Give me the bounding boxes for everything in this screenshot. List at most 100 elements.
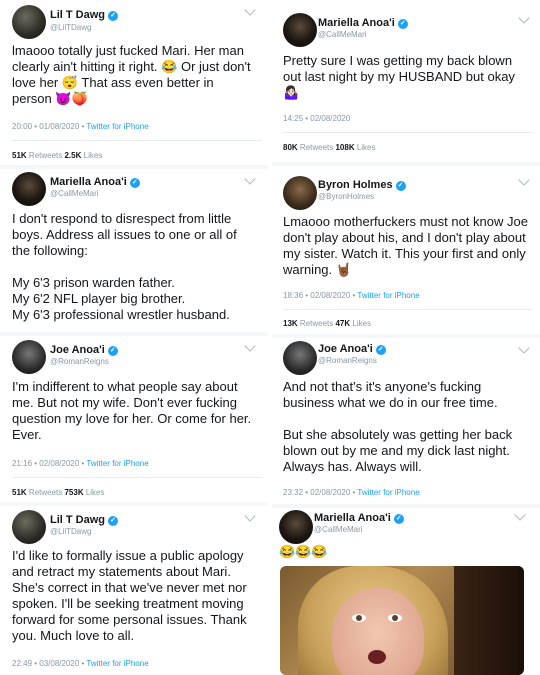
source-link[interactable]: Twitter for iPhone — [86, 659, 148, 668]
tweet-meta: 22:49 • 03/08/2020 • Twitter for iPhone — [12, 659, 149, 668]
retweet-label: Retweets — [26, 151, 65, 160]
timestamp: 18:36 • 02/08/2020 • — [283, 291, 358, 300]
handle[interactable]: @LilTDawg — [50, 527, 91, 536]
handle[interactable]: @CallMeMari — [50, 189, 99, 198]
image-mouth — [368, 650, 386, 664]
like-count[interactable]: 753K — [64, 488, 83, 497]
chevron-down-icon[interactable] — [244, 340, 256, 352]
display-name[interactable]: Mariella Anoa'i ✓ — [318, 17, 408, 29]
media-image[interactable] — [280, 566, 524, 675]
like-label: Likes — [350, 319, 372, 328]
divider — [283, 132, 533, 133]
retweet-label: Retweets — [26, 488, 65, 497]
tweet-meta: 18:36 • 02/08/2020 • Twitter for iPhone — [283, 291, 420, 300]
handle[interactable]: @LilTDawg — [50, 23, 91, 32]
tweet-meta: 21:16 • 02/08/2020 • Twitter for iPhone — [12, 459, 149, 468]
chevron-down-icon[interactable] — [244, 4, 256, 16]
tweet-card[interactable]: Lil T Dawg ✓ @LilTDawg I'd like to formal… — [0, 506, 268, 675]
avatar[interactable] — [12, 172, 46, 206]
like-label: Likes — [81, 151, 103, 160]
chevron-down-icon[interactable] — [244, 510, 256, 522]
chevron-down-icon[interactable] — [518, 12, 530, 24]
tweet-meta: 23:32 • 02/08/2020 • Twitter for iPhone — [283, 488, 420, 497]
verified-check-icon: ✓ — [395, 181, 406, 191]
display-name-text: Mariella Anoa'i — [314, 512, 391, 524]
tweet-stats: 51K Retweets 2.5K Likes — [12, 151, 102, 160]
image-eye — [352, 614, 366, 622]
like-count[interactable]: 47K — [335, 319, 350, 328]
display-name-text: Lil T Dawg — [50, 9, 105, 21]
display-name[interactable]: Lil T Dawg ✓ — [50, 9, 118, 21]
chevron-down-icon[interactable] — [518, 342, 530, 354]
display-name-text: Joe Anoa'i — [50, 344, 105, 356]
handle[interactable]: @ByronHolmes — [318, 192, 374, 201]
tweet-card[interactable]: Byron Holmes ✓ @ByronHolmes Lmaooo mother… — [272, 166, 540, 334]
display-name-text: Lil T Dawg — [50, 514, 105, 526]
display-name[interactable]: Byron Holmes ✓ — [318, 179, 406, 191]
timestamp: 14:25 • 02/08/2020 — [283, 114, 351, 123]
timestamp: 22:49 • 03/08/2020 • — [12, 659, 87, 668]
retweet-count[interactable]: 51K — [12, 151, 27, 160]
tweet-card[interactable]: Mariella Anoa'i ✓ @CallMeMari Pretty sure… — [272, 0, 540, 162]
retweet-label: Retweets — [297, 319, 336, 328]
tweet-text: I'm indifferent to what people say about… — [12, 379, 252, 442]
tweet-text: Lmaooo motherfuckers must not know Joe d… — [283, 214, 528, 277]
chevron-down-icon[interactable] — [244, 173, 256, 185]
tweet-card[interactable]: Joe Anoa'i ✓ @RomanReigns And not that's … — [272, 338, 540, 504]
verified-check-icon: ✓ — [107, 346, 118, 356]
verified-check-icon: ✓ — [375, 345, 386, 355]
display-name[interactable]: Lil T Dawg ✓ — [50, 514, 118, 526]
tweet-meta: 14:25 • 02/08/2020 — [283, 114, 350, 123]
verified-check-icon: ✓ — [129, 178, 140, 188]
source-link[interactable]: Twitter for iPhone — [357, 488, 419, 497]
chevron-down-icon[interactable] — [518, 174, 530, 186]
tweet-text: I don't respond to disrespect from littl… — [12, 211, 237, 322]
retweet-label: Retweets — [297, 143, 336, 152]
chevron-down-icon[interactable] — [514, 509, 526, 521]
tweet-text: Pretty sure I was getting my back blown … — [283, 53, 515, 100]
tweet-card[interactable]: Joe Anoa'i ✓ @RomanReigns I'm indifferent… — [0, 336, 268, 502]
handle[interactable]: @RomanReigns — [50, 357, 109, 366]
source-link[interactable]: Twitter for iPhone — [86, 122, 148, 131]
retweet-count[interactable]: 13K — [283, 319, 298, 328]
avatar[interactable] — [283, 13, 317, 47]
retweet-count[interactable]: 80K — [283, 143, 298, 152]
tweet-stats: 51K Retweets 753K Likes — [12, 488, 105, 497]
verified-check-icon: ✓ — [108, 11, 118, 21]
tweet-text: lmaooo totally just fucked Mari. Her man… — [12, 43, 251, 106]
display-name-text: Mariella Anoa'i — [318, 17, 395, 29]
tweet-text: 😂😂😂 — [279, 544, 328, 559]
display-name-text: Joe Anoa'i — [318, 343, 373, 355]
tweet-card[interactable]: Lil T Dawg ✓ @LilTDawg lmaooo totally jus… — [0, 0, 268, 165]
like-count[interactable]: 108K — [335, 143, 354, 152]
display-name[interactable]: Joe Anoa'i ✓ — [318, 343, 386, 355]
retweet-count[interactable]: 51K — [12, 488, 27, 497]
timestamp: 20:00 • 01/08/2020 • — [12, 122, 87, 131]
avatar[interactable] — [12, 5, 46, 39]
tweet-card[interactable]: Mariella Anoa'i ✓ @CallMeMari I don't res… — [0, 169, 268, 332]
display-name[interactable]: Mariella Anoa'i ✓ — [50, 176, 140, 188]
verified-check-icon: ✓ — [108, 516, 118, 526]
like-count[interactable]: 2.5K — [64, 151, 81, 160]
handle[interactable]: @CallMeMari — [318, 30, 367, 39]
verified-check-icon: ✓ — [397, 19, 408, 29]
image-eye — [388, 614, 402, 622]
like-label: Likes — [354, 143, 376, 152]
avatar[interactable] — [12, 510, 46, 544]
divider — [283, 309, 533, 310]
handle[interactable]: @RomanReigns — [318, 356, 377, 365]
avatar[interactable] — [279, 510, 313, 544]
display-name-text: Mariella Anoa'i — [50, 176, 127, 188]
verified-check-icon: ✓ — [393, 514, 404, 524]
display-name[interactable]: Joe Anoa'i ✓ — [50, 344, 118, 356]
source-link[interactable]: Twitter for iPhone — [357, 291, 419, 300]
source-link[interactable]: Twitter for iPhone — [86, 459, 148, 468]
tweet-stats: 80K Retweets 108K Likes — [283, 143, 376, 152]
display-name[interactable]: Mariella Anoa'i ✓ — [314, 512, 404, 524]
divider — [12, 140, 262, 141]
avatar[interactable] — [283, 341, 317, 375]
handle[interactable]: @CallMeMari — [314, 525, 363, 534]
avatar[interactable] — [283, 176, 317, 210]
tweet-meta: 20:00 • 01/08/2020 • Twitter for iPhone — [12, 122, 149, 131]
avatar[interactable] — [12, 340, 46, 374]
